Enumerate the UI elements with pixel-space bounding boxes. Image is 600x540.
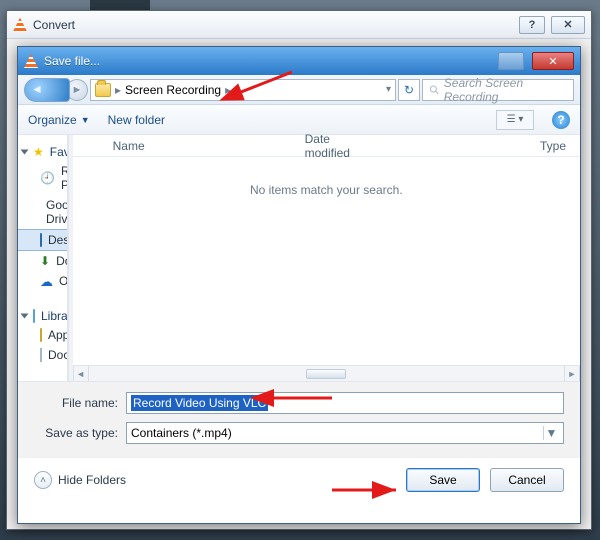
vlc-icon <box>24 54 38 68</box>
sidebar-item-label: Apps <box>48 328 68 342</box>
apps-icon <box>40 328 42 342</box>
chevron-down-icon <box>21 314 29 319</box>
sidebar: Favorites Recent Places Google Drive Des… <box>18 135 68 381</box>
chevron-down-icon: ▼ <box>81 115 90 125</box>
convert-titlebar[interactable]: Convert ? ✕ <box>7 11 591 39</box>
cancel-button[interactable]: Cancel <box>490 468 564 492</box>
save-file-titlebar[interactable]: Save file... ✕ <box>18 47 580 75</box>
scroll-left-button[interactable]: ◄ <box>73 366 89 381</box>
favorites-group[interactable]: Favorites <box>18 141 67 161</box>
column-headers[interactable]: Name Date modified Type <box>73 135 580 157</box>
chevron-right-icon: ▸ <box>225 83 231 97</box>
chevron-down-icon: ▼ <box>543 426 559 440</box>
vlc-icon <box>13 18 27 32</box>
chevron-up-icon: ˄ <box>34 471 52 489</box>
cancel-label: Cancel <box>508 473 545 487</box>
save-button[interactable]: Save <box>406 468 480 492</box>
dialog-minimize-button[interactable] <box>498 52 524 70</box>
chevron-down-icon <box>21 150 29 155</box>
dialog-body: Favorites Recent Places Google Drive Des… <box>18 135 580 381</box>
recent-icon <box>40 171 55 185</box>
libraries-group[interactable]: Libraries <box>18 305 67 325</box>
sidebar-item-label: Recent Places <box>61 164 68 192</box>
savetype-combo[interactable]: Containers (*.mp4) ▼ <box>126 422 564 444</box>
file-list-empty: No items match your search. <box>73 157 580 365</box>
search-placeholder: Search Screen Recording <box>444 76 567 104</box>
empty-message: No items match your search. <box>250 183 403 197</box>
breadcrumb-bar[interactable]: ▸ Screen Recording ▸ ▾ <box>90 79 396 101</box>
organize-label: Organize <box>28 113 77 127</box>
convert-close-button[interactable]: ✕ <box>551 16 585 34</box>
col-name[interactable]: Name <box>113 139 145 153</box>
breadcrumb-dropdown[interactable]: ▾ <box>386 84 391 95</box>
sidebar-item-onedrive[interactable]: OneDrive <box>18 271 67 291</box>
sidebar-item-label: Documents <box>48 348 68 362</box>
nav-row: ► ▸ Screen Recording ▸ ▾ ↻ Search Screen… <box>18 75 580 105</box>
convert-help-button[interactable]: ? <box>519 16 545 34</box>
onedrive-icon <box>40 274 53 288</box>
savetype-value: Containers (*.mp4) <box>131 426 232 440</box>
col-type[interactable]: Type <box>540 139 566 153</box>
sidebar-item-label: OneDrive <box>59 274 68 288</box>
refresh-button[interactable]: ↻ <box>398 79 420 101</box>
toolbar-row: Organize ▼ New folder ☰ ▾ ? <box>18 105 580 135</box>
breadcrumb-folder[interactable]: Screen Recording <box>125 83 221 97</box>
search-input[interactable]: Search Screen Recording <box>422 79 574 101</box>
folder-icon <box>95 83 111 97</box>
col-date[interactable]: Date modified <box>305 132 350 160</box>
hide-folders-toggle[interactable]: ˄ Hide Folders <box>34 471 126 489</box>
sidebar-item-gdrive[interactable]: Google Drive <box>18 195 67 229</box>
desktop-icon <box>40 233 42 247</box>
sidebar-item-documents[interactable]: Documents <box>18 345 67 365</box>
scroll-right-button[interactable]: ► <box>564 366 580 381</box>
help-button[interactable]: ? <box>552 111 570 129</box>
libraries-label: Libraries <box>41 309 68 323</box>
sidebar-item-downloads[interactable]: Downloads <box>18 251 67 271</box>
sidebar-item-label: Desktop <box>48 233 68 247</box>
search-icon <box>429 84 440 96</box>
sidebar-item-label: Downloads <box>56 254 68 268</box>
dialog-close-button[interactable]: ✕ <box>532 52 574 70</box>
sidebar-item-label: Google Drive <box>46 198 68 226</box>
save-label: Save <box>429 473 456 487</box>
file-pane: Name Date modified Type No items match y… <box>73 135 580 381</box>
bottom-row: ˄ Hide Folders Save Cancel <box>18 458 580 506</box>
download-icon <box>40 254 50 268</box>
filename-label: File name: <box>34 396 118 410</box>
documents-icon <box>40 348 42 362</box>
favorites-label: Favorites <box>50 145 69 159</box>
save-file-title: Save file... <box>44 54 492 68</box>
savetype-label: Save as type: <box>34 426 118 440</box>
save-file-dialog: Save file... ✕ ► ▸ Screen Recording ▸ ▾ … <box>17 46 581 524</box>
fields-panel: File name: Record Video Using VLC Save a… <box>18 381 580 458</box>
libraries-icon <box>33 309 35 323</box>
sidebar-item-recent[interactable]: Recent Places <box>18 161 67 195</box>
scroll-thumb[interactable] <box>306 369 346 379</box>
convert-title: Convert <box>33 18 513 32</box>
hide-folders-label: Hide Folders <box>58 473 126 487</box>
sidebar-item-apps[interactable]: Apps <box>18 325 67 345</box>
horizontal-scrollbar[interactable]: ◄ ► <box>73 365 580 381</box>
organize-menu[interactable]: Organize ▼ <box>28 113 90 127</box>
sidebar-item-desktop[interactable]: Desktop <box>18 229 67 251</box>
filename-value: Record Video Using VLC <box>131 395 268 411</box>
nav-back-button[interactable] <box>24 78 70 102</box>
chevron-right-icon: ▸ <box>115 83 121 97</box>
view-mode-button[interactable]: ☰ ▾ <box>496 110 534 130</box>
new-folder-button[interactable]: New folder <box>108 113 165 127</box>
star-icon <box>33 145 44 159</box>
filename-input[interactable]: Record Video Using VLC <box>126 392 564 414</box>
